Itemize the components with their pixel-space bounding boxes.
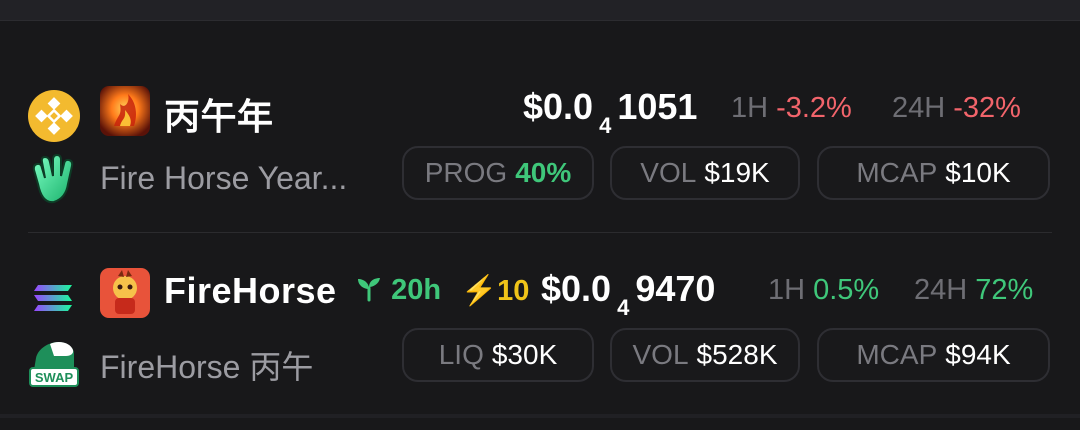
change-24h-value: -32% [953, 92, 1021, 124]
change-24h-label: 24H [914, 274, 968, 306]
prog-label: PROG [424, 157, 508, 188]
mcap-value: $94K [945, 339, 1011, 370]
mcap-pill[interactable]: MCAP $94K [817, 328, 1050, 382]
change-1h-label: 1H [731, 92, 769, 124]
change-1h: 1H -3.2% [731, 92, 852, 125]
lightning-icon: ⚡ [461, 275, 498, 307]
price-zero-count: 4 [617, 295, 630, 320]
age-badge: 20h [355, 274, 441, 307]
bnb-chain-icon [28, 90, 80, 142]
row-divider [28, 232, 1052, 233]
boost-badge: ⚡10 [461, 274, 529, 308]
vol-label: VOL [640, 157, 697, 188]
price-prefix: $0.0 [541, 268, 612, 309]
token-name: 丙午年 [164, 96, 274, 137]
token-thumbnail [100, 268, 150, 318]
price-digits: 9470 [635, 268, 716, 309]
change-24h: 24H -32% [892, 92, 1021, 125]
token-name: FireHorse [164, 270, 337, 311]
price-zero-count: 4 [599, 113, 612, 138]
change-1h-label: 1H [768, 274, 806, 306]
prog-value: 40% [515, 157, 572, 188]
sprout-icon [355, 274, 391, 306]
prog-pill[interactable]: PROG 40% [402, 146, 594, 200]
swap-icon-text: SWAP [35, 370, 74, 385]
solana-chain-icon [28, 272, 80, 324]
change-1h: 1H 0.5% [768, 274, 879, 307]
liq-pill[interactable]: LIQ $30K [402, 328, 594, 382]
token-price: $0.0 4 9470 [541, 268, 716, 320]
vol-pill[interactable]: VOL $19K [610, 146, 800, 200]
token-full-name: Fire Horse Year... [100, 160, 348, 196]
change-24h: 24H 72% [914, 274, 1033, 307]
token-thumbnail [100, 86, 150, 136]
waving-hand-icon [28, 153, 80, 206]
boost-value: 10 [497, 275, 530, 307]
price-digits: 1051 [617, 86, 698, 127]
token-row[interactable]: FireHorse 20h ⚡10 $0.0 4 9470 1H 0.5% 24H 72… [0, 250, 1080, 430]
vol-value: $19K [704, 157, 770, 188]
mcap-value: $10K [945, 157, 1011, 188]
liq-value: $30K [491, 339, 558, 370]
swap-icon: SWAP [28, 336, 80, 388]
token-row[interactable]: 丙午年 $0.0 4 1051 1H -3.2% 24H -32% Fire Horse… [0, 68, 1080, 248]
liq-label: LIQ [438, 339, 484, 370]
vol-label: VOL [632, 339, 689, 370]
price-prefix: $0.0 [523, 86, 594, 127]
vol-pill[interactable]: VOL $528K [610, 328, 800, 382]
mcap-label: MCAP [856, 339, 938, 370]
top-bar [0, 0, 1080, 21]
token-full-name: FireHorse 丙午 [100, 349, 314, 385]
bottom-divider [0, 414, 1080, 418]
change-1h-value: 0.5% [813, 274, 880, 306]
change-1h-value: -3.2% [776, 92, 852, 124]
age-value: 20h [391, 274, 442, 306]
mcap-label: MCAP [856, 157, 938, 188]
vol-value: $528K [696, 339, 778, 370]
change-24h-label: 24H [892, 92, 946, 124]
mcap-pill[interactable]: MCAP $10K [817, 146, 1050, 200]
token-price: $0.0 4 1051 [523, 86, 698, 138]
change-24h-value: 72% [975, 274, 1034, 306]
